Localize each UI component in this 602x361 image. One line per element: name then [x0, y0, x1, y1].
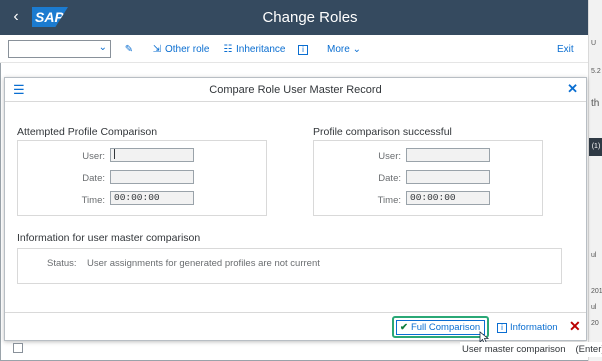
display-change-button[interactable]: ✎: [123, 42, 137, 58]
information-label: Information: [510, 322, 558, 333]
shell-header: ‹ SAP Change Roles: [0, 0, 588, 35]
exit-button[interactable]: Exit: [557, 42, 574, 58]
more-menu-button[interactable]: More ⌄: [327, 42, 361, 58]
attempted-user-label: User:: [82, 151, 105, 162]
bg-fragment: ul: [591, 304, 597, 311]
page-title: Change Roles: [262, 9, 358, 26]
bg-fragment: 201: [591, 288, 602, 295]
attempted-user-field[interactable]: [110, 148, 194, 162]
role-combobox[interactable]: ⌄: [8, 40, 111, 58]
tooltip-text: User master comparison: [462, 344, 566, 355]
tooltip-shortcut: (Enter): [575, 344, 602, 355]
successful-date-label: Date:: [378, 173, 401, 184]
cancel-icon[interactable]: ✕: [569, 318, 581, 335]
attempted-time-label: Time:: [81, 195, 105, 206]
hierarchy-icon: ☷: [223, 44, 233, 55]
bg-fragment: 5.2: [591, 68, 601, 75]
status-value: User assignments for generated profiles …: [87, 258, 320, 269]
tooltip: User master comparison (Enter): [460, 342, 602, 357]
toolbar: ⌄ ✎ ⇲ Other role ☷ Inheritance i More ⌄ Ex…: [0, 35, 588, 63]
chevron-down-icon: ⌄: [98, 42, 107, 53]
sap-logo: SAP: [32, 7, 68, 27]
back-icon[interactable]: ‹: [8, 8, 24, 26]
successful-date-field[interactable]: [406, 170, 490, 184]
more-label: More: [327, 44, 350, 55]
glasses-pencil-icon: ✎: [124, 44, 134, 55]
info-section-title: Information for user master comparison: [17, 232, 201, 244]
status-label: Status:: [47, 258, 77, 269]
bg-fragment: (1): [589, 138, 602, 156]
info-icon: i: [298, 45, 308, 55]
checkmark-icon: ✔: [400, 322, 408, 333]
information-toolbar-button[interactable]: i: [298, 42, 310, 58]
successful-time-field[interactable]: 00:00:00: [406, 191, 490, 205]
bottom-checkbox[interactable]: [13, 343, 23, 353]
successful-user-label: User:: [378, 151, 401, 162]
compare-role-dialog: Compare Role User Master Record ☰ ✕ Atte…: [4, 77, 587, 345]
attempted-date-field[interactable]: [110, 170, 194, 184]
dialog-footer: ✔ Full Comparison i Information ✕: [5, 312, 586, 345]
successful-time-label: Time:: [377, 195, 401, 206]
bg-fragment: 20: [591, 320, 599, 327]
other-role-label: Other role: [165, 44, 210, 55]
successful-user-field[interactable]: [406, 148, 490, 162]
hamburger-menu-icon[interactable]: ☰: [13, 82, 25, 98]
bg-fragment: ul: [591, 252, 597, 259]
inheritance-button[interactable]: ☷ Inheritance: [222, 42, 286, 58]
attempted-section-title: Attempted Profile Comparison: [17, 126, 158, 138]
information-button[interactable]: i Information: [497, 322, 558, 333]
successful-section-title: Profile comparison successful: [313, 126, 452, 138]
text-cursor: [114, 149, 115, 160]
chevron-down-icon: ⌄: [352, 44, 361, 55]
attempted-date-label: Date:: [82, 173, 105, 184]
other-role-icon: ⇲: [152, 44, 162, 55]
attempted-time-field[interactable]: 00:00:00: [110, 191, 194, 205]
full-comparison-highlight: ✔ Full Comparison: [392, 316, 489, 338]
background-panel-strip: U 5.2 th (1) ul 201 ul 20: [588, 0, 602, 361]
info-icon: i: [497, 323, 507, 333]
dialog-header: Compare Role User Master Record ☰ ✕: [5, 78, 586, 102]
close-icon[interactable]: ✕: [567, 81, 578, 97]
bg-fragment: U: [591, 40, 597, 47]
other-role-button[interactable]: ⇲ Other role: [151, 42, 210, 58]
full-comparison-button[interactable]: ✔ Full Comparison: [396, 320, 485, 335]
full-comparison-label: Full Comparison: [410, 322, 481, 333]
dialog-title: Compare Role User Master Record: [209, 84, 382, 96]
bg-fragment: th: [591, 98, 600, 109]
inheritance-label: Inheritance: [236, 44, 286, 55]
